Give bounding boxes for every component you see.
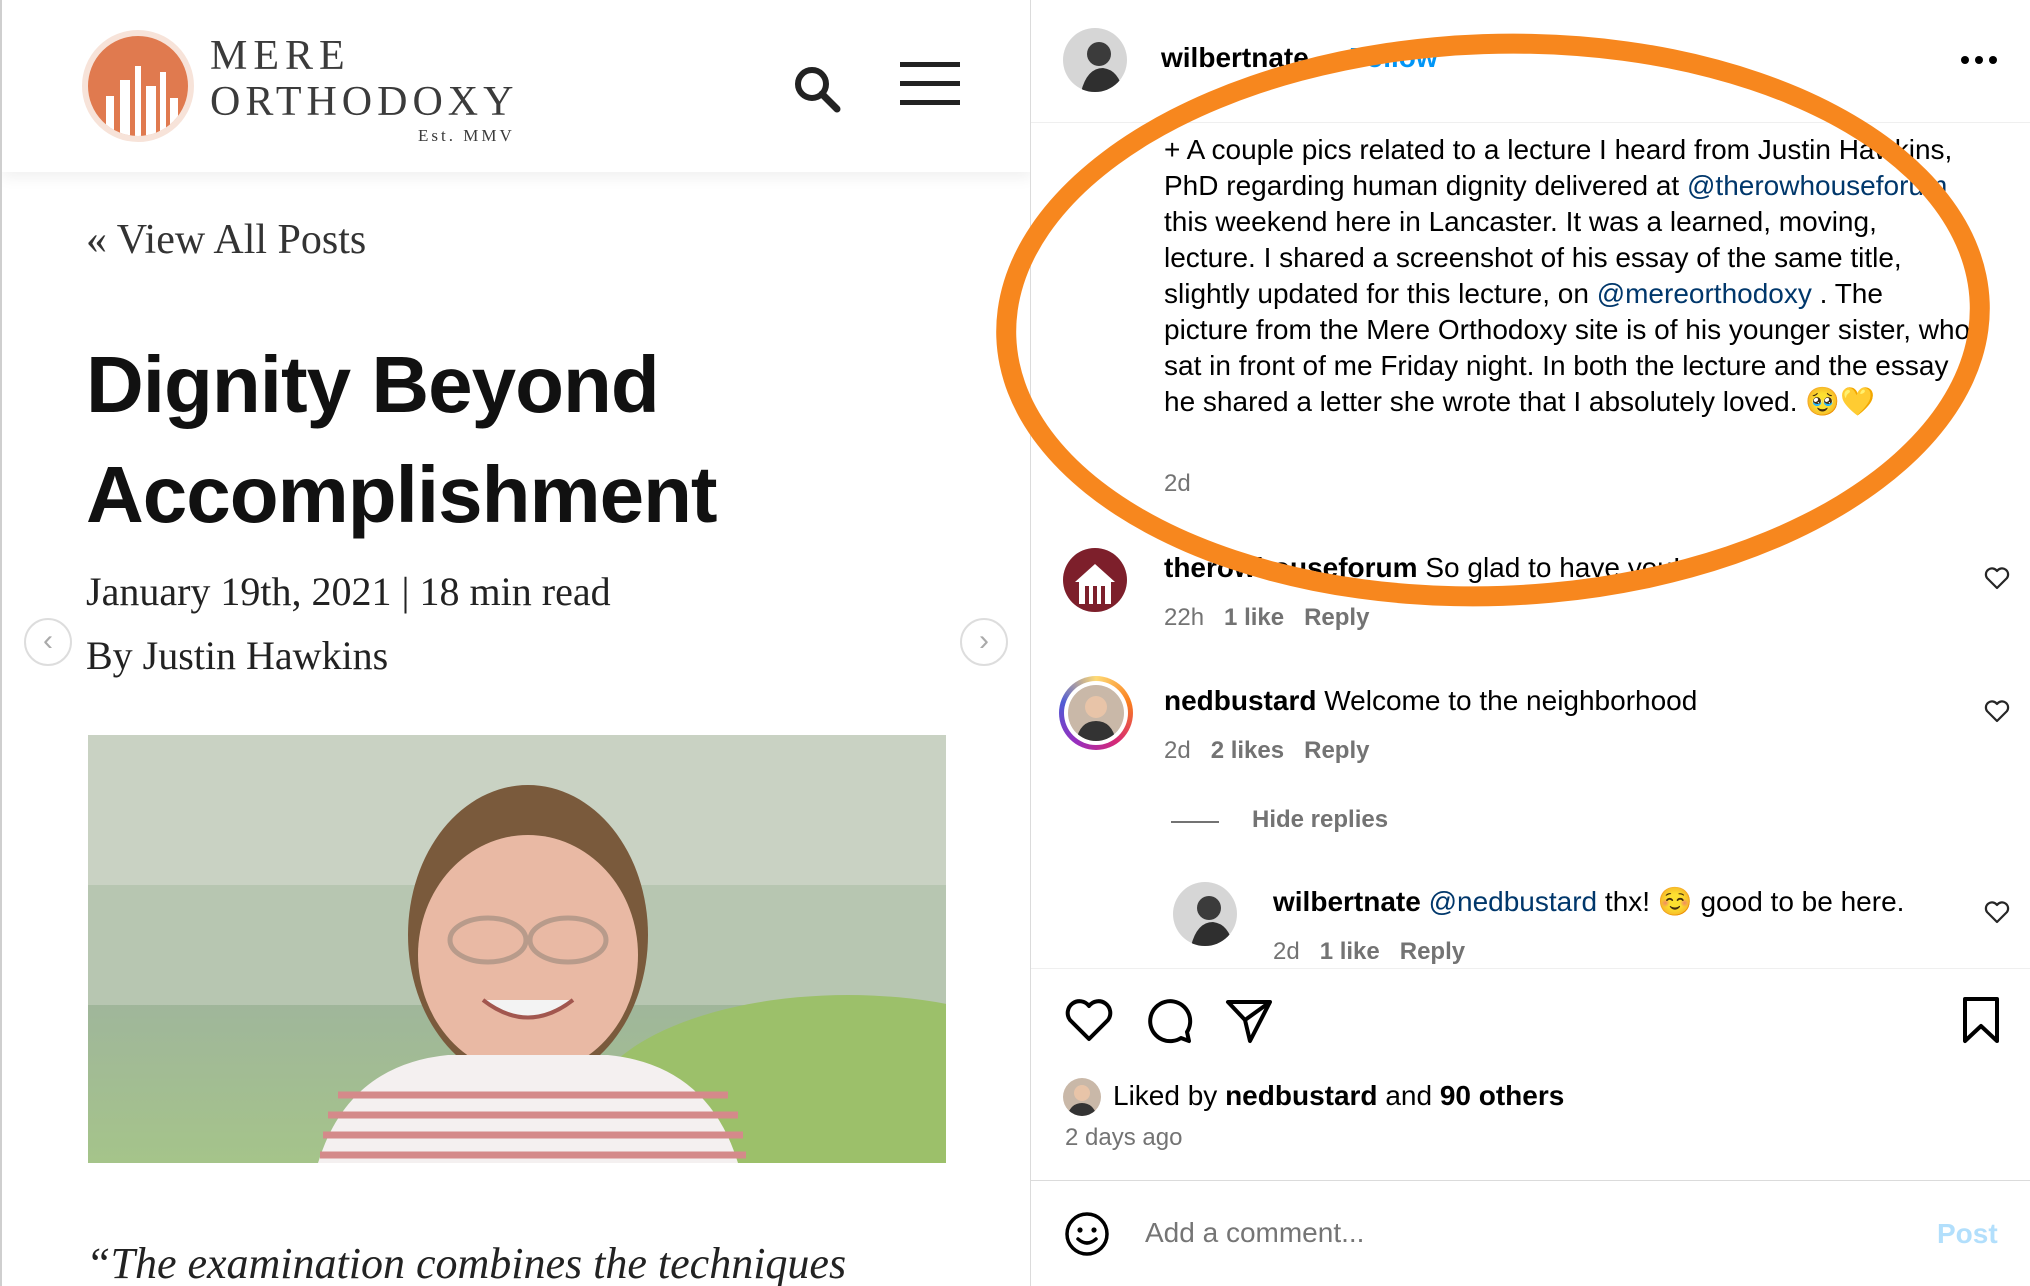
post-timestamp[interactable]: 2 days ago — [1065, 1124, 1182, 1152]
add-comment-input[interactable] — [1143, 1216, 1847, 1250]
instagram-post-panel: wilbertnate Follow + A couple pics relat… — [1030, 0, 2030, 1286]
mention-nedbustard[interactable]: @nedbustard — [1429, 886, 1598, 917]
more-icon[interactable] — [1959, 40, 1999, 80]
bookmark-icon[interactable] — [1955, 994, 2007, 1046]
logo-text-orthodoxy[interactable]: ORTHODOXY — [210, 78, 518, 126]
comment-body: therowhouseforum So glad to have you! — [1164, 550, 1681, 586]
reply-time[interactable]: 2d — [1273, 938, 1300, 965]
article-date-readtime: January 19th, 2021 | 18 min read — [86, 569, 611, 614]
liked-by-user[interactable]: nedbustard — [1225, 1080, 1377, 1111]
comment-meta: 2d 2 likes Reply — [1164, 737, 1389, 765]
hide-replies-button[interactable]: Hide replies — [1252, 806, 1388, 834]
mention-mereorthodoxy[interactable]: @mereorthodoxy — [1597, 278, 1812, 309]
logo-icon[interactable] — [82, 30, 194, 142]
liked-by-text[interactable]: Liked by nedbustard and 90 others — [1113, 1080, 1564, 1112]
prev-arrow-button[interactable]: ‹ — [24, 618, 72, 666]
mention-therowhouseforum[interactable]: @therowhouseforum — [1687, 170, 1947, 201]
liker-avatar[interactable] — [1063, 1078, 1101, 1116]
article-byline: By Justin Hawkins — [86, 633, 389, 678]
comment-likes[interactable]: 2 likes — [1211, 737, 1284, 764]
caption-timestamp[interactable]: 2d — [1164, 470, 1191, 498]
emoji-icon[interactable] — [1063, 1210, 1111, 1258]
user-avatar[interactable] — [1063, 28, 1127, 92]
liked-by-prefix: Liked by — [1113, 1080, 1226, 1111]
comment-icon[interactable] — [1143, 994, 1195, 1046]
comment-text: Welcome to the neighborhood — [1324, 685, 1698, 716]
next-arrow-button[interactable]: › — [960, 618, 1008, 666]
like-heart-icon[interactable] — [1063, 994, 1115, 1046]
replies-divider — [1171, 821, 1219, 823]
reply-meta: 2d 1 like Reply — [1273, 938, 1485, 966]
liked-by-others[interactable]: 90 others — [1440, 1080, 1565, 1111]
avatar-photo — [1067, 1085, 1097, 1116]
logo-est: Est. MMV — [418, 126, 515, 145]
heart-icon[interactable] — [1983, 898, 2011, 926]
comment-body: nedbustard Welcome to the neighborhood — [1164, 683, 1697, 719]
reply-button[interactable]: Reply — [1304, 737, 1369, 764]
comment-username[interactable]: therowhouseforum — [1164, 552, 1418, 583]
comment-likes[interactable]: 1 like — [1224, 604, 1284, 631]
view-all-posts-link[interactable]: « View All Posts — [86, 216, 366, 264]
avatar-photo — [1191, 896, 1233, 946]
post-username[interactable]: wilbertnate — [1161, 42, 1309, 74]
search-icon[interactable] — [792, 64, 842, 114]
logo-text-mere[interactable]: MERE — [210, 32, 351, 80]
share-icon[interactable] — [1223, 994, 1275, 1046]
comment-text: So glad to have you! — [1425, 552, 1681, 583]
comment-time[interactable]: 22h — [1164, 604, 1204, 631]
photo-illustration — [88, 735, 946, 1163]
commenter-avatar[interactable] — [1063, 548, 1127, 612]
divider — [1031, 1180, 2030, 1181]
comment-meta: 22h 1 like Reply — [1164, 604, 1389, 632]
menu-icon[interactable] — [898, 60, 962, 108]
liked-by-and: and — [1377, 1080, 1440, 1111]
reply-username[interactable]: wilbertnate — [1273, 886, 1421, 917]
avatar-photo — [1081, 42, 1123, 92]
article-title-line1: Dignity Beyond — [86, 340, 660, 429]
post-comment-button[interactable]: Post — [1937, 1218, 1998, 1250]
article-quote-text: “The examination combines the techniques — [86, 1239, 847, 1286]
article-title: Dignity Beyond Accomplishment — [86, 330, 986, 550]
article-hero-image — [88, 735, 946, 1163]
comment-time[interactable]: 2d — [1164, 737, 1191, 764]
reply-button[interactable]: Reply — [1304, 604, 1369, 631]
article-title-line2: Accomplishment — [86, 450, 718, 539]
avatar-photo — [1076, 696, 1116, 741]
follow-button[interactable]: Follow — [1349, 42, 1438, 74]
reply-body: wilbertnate @nedbustard thx! ☺️ good to … — [1273, 884, 1904, 920]
site-header: MERE ORTHODOXY Est. MMV — [2, 0, 1030, 172]
reply-button[interactable]: Reply — [1400, 938, 1465, 965]
divider — [1031, 968, 2030, 969]
rowhouse-logo-icon — [1075, 564, 1115, 604]
heart-icon[interactable] — [1983, 697, 2011, 725]
post-header: wilbertnate Follow — [1031, 0, 2030, 123]
post-caption: + A couple pics related to a lecture I h… — [1164, 132, 1974, 420]
heart-icon[interactable] — [1983, 564, 2011, 592]
comment-username[interactable]: nedbustard — [1164, 685, 1316, 716]
reply-avatar[interactable] — [1173, 882, 1237, 946]
article-panel: MERE ORTHODOXY Est. MMV « View All Posts… — [0, 0, 1030, 1286]
reply-text: thx! ☺️ good to be here. — [1597, 886, 1905, 917]
reply-likes[interactable]: 1 like — [1320, 938, 1380, 965]
commenter-avatar-story-ring[interactable] — [1059, 676, 1133, 750]
